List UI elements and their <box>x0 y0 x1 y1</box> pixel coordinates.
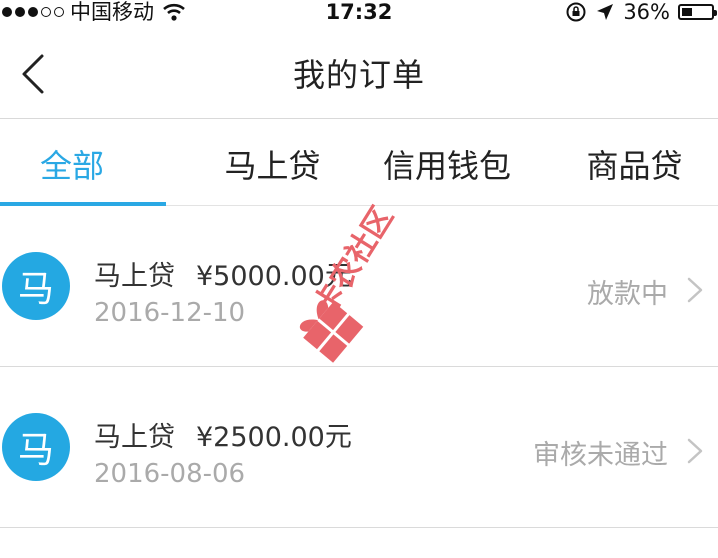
product-avatar: 马 <box>2 252 70 320</box>
order-date: 2016-08-06 <box>94 459 245 489</box>
tab-label: 信用钱包 <box>383 141 511 187</box>
tab-label: 马上贷 <box>225 141 321 187</box>
chevron-right-icon <box>686 437 704 465</box>
chevron-right-icon <box>686 276 704 304</box>
location-arrow-icon <box>595 2 615 22</box>
order-list-item[interactable]: 马 马上贷 ¥5000.00元 2016-12-10 放款中 <box>0 206 718 367</box>
rotation-lock-icon <box>565 1 587 23</box>
tab-mashangdai[interactable]: 马上贷 <box>180 119 360 205</box>
order-list-item[interactable]: 马 马上贷 ¥2500.00元 2016-08-06 审核未通过 <box>0 367 718 528</box>
order-product-name: 马上贷 <box>94 415 175 454</box>
tab-label: 全部 <box>40 141 104 187</box>
tab-all[interactable]: 全部 <box>0 119 180 205</box>
order-product-name: 马上贷 <box>94 254 175 293</box>
order-status: 审核未通过 <box>533 433 668 472</box>
order-status: 放款中 <box>587 272 668 311</box>
status-bar-right: 36% <box>565 0 714 24</box>
tab-product-loan[interactable]: 商品贷 <box>539 119 718 205</box>
battery-percent: 36% <box>623 0 670 24</box>
battery-fill <box>682 8 692 16</box>
status-bar: 中国移动 17:32 36% <box>0 0 718 24</box>
nav-bar: 我的订单 <box>0 24 718 119</box>
battery-icon <box>678 4 714 20</box>
order-filter-tabs: 全部 马上贷 信用钱包 商品贷 <box>0 119 718 206</box>
order-amount: ¥2500.00元 <box>196 415 352 454</box>
tab-credit-wallet[interactable]: 信用钱包 <box>359 119 539 205</box>
product-avatar: 马 <box>2 413 70 481</box>
order-date: 2016-12-10 <box>94 298 245 328</box>
order-amount: ¥5000.00元 <box>196 254 352 293</box>
page-title: 我的订单 <box>0 50 718 96</box>
tab-label: 商品贷 <box>587 141 683 187</box>
order-list-item-partial[interactable] <box>0 528 718 558</box>
